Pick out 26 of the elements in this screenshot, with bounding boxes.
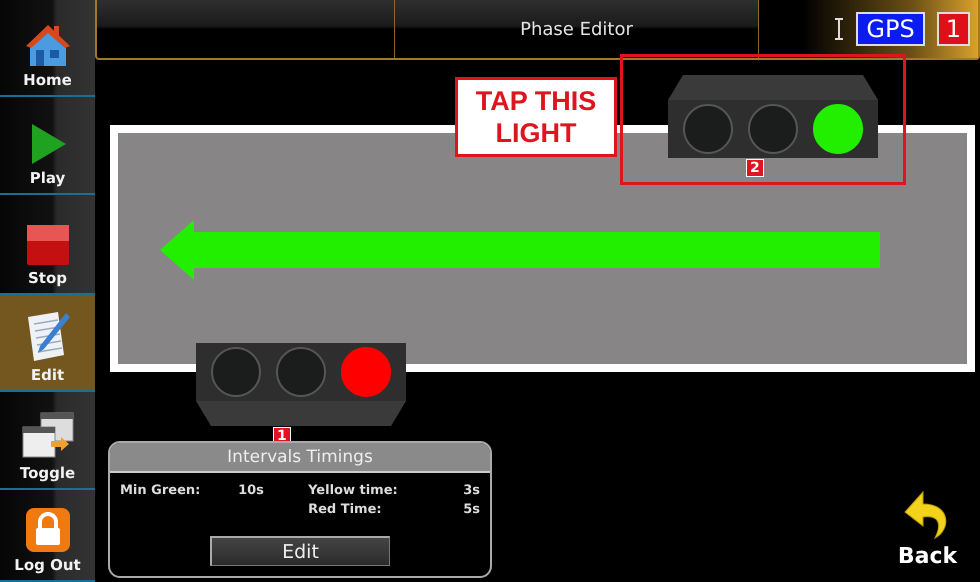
sidebar-item[interactable]: Stop xyxy=(0,195,95,295)
timing-label: Red Time: xyxy=(308,501,383,519)
house-icon xyxy=(24,22,72,68)
callout-text: TAP THIS LIGHT xyxy=(455,77,617,157)
count-badge: 1 xyxy=(936,12,970,46)
text-cursor-icon xyxy=(834,18,844,40)
left-arrow-icon xyxy=(160,220,880,280)
stop-icon xyxy=(26,224,70,266)
edit-button[interactable]: Edit xyxy=(210,536,390,566)
timing-label: Yellow time: xyxy=(308,482,399,500)
sidebar-item[interactable]: Home xyxy=(0,0,95,97)
timing-value: 10s xyxy=(238,482,265,500)
window-title: Phase Editor xyxy=(520,18,633,40)
sidebar-item[interactable]: Edit xyxy=(0,295,95,392)
timing-value: 3s xyxy=(462,482,480,500)
gps-badge: GPS xyxy=(856,12,925,46)
light-number: 2 xyxy=(746,159,764,177)
timing-value: 5s xyxy=(462,501,480,519)
back-button[interactable]: Back xyxy=(890,490,965,576)
padlock-icon xyxy=(24,507,70,553)
sidebar-item[interactable]: Log Out xyxy=(0,490,95,582)
sidebar-item[interactable]: Toggle xyxy=(0,392,95,490)
panel-title: Intervals Timings xyxy=(227,447,373,467)
timing-label: Min Green: xyxy=(120,482,202,500)
sidebar-item[interactable]: Play xyxy=(0,97,95,195)
traffic-light[interactable] xyxy=(668,75,878,158)
